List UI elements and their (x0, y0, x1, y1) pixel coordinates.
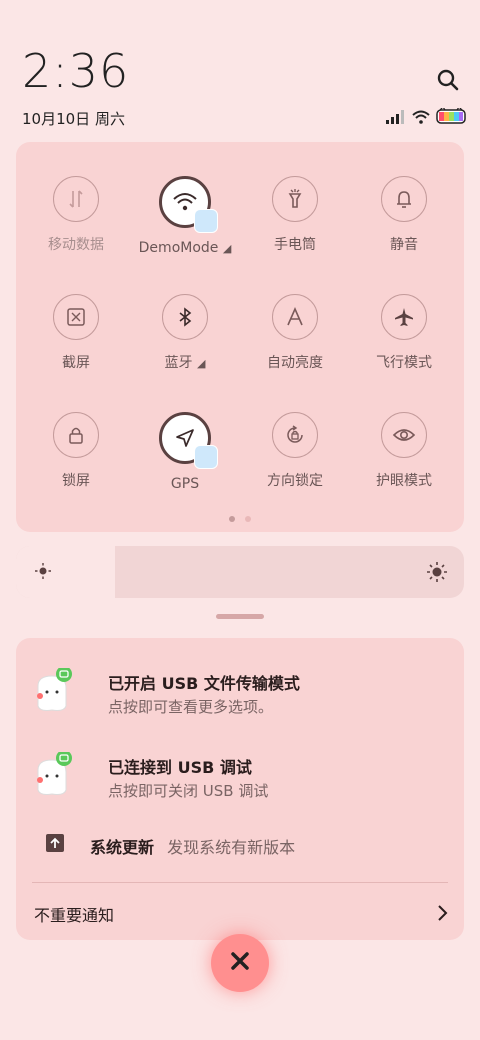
notification-usb-transfer[interactable]: 已开启 USB 文件传输模式 点按即可查看更多选项。 (34, 666, 446, 724)
app-avatar-icon (34, 666, 74, 714)
tile-label: 护眼模式 (376, 473, 432, 489)
quick-settings-panel: 移动数据 DemoMode ◢ 手电筒 静音 截屏 蓝牙 ◢ 自动亮度 飞行模式… (16, 142, 464, 532)
tile-label: 自动亮度 (267, 355, 323, 371)
signal-icon (386, 109, 406, 128)
rotation-lock-icon (272, 412, 318, 458)
mobile-data-icon (53, 176, 99, 222)
tile-label: 蓝牙 ◢ (164, 355, 206, 371)
brightness-slider[interactable] (16, 546, 464, 598)
airplane-icon (381, 294, 427, 340)
brightness-low-icon (34, 562, 52, 584)
brightness-fill (16, 546, 115, 598)
bluetooth-icon (162, 294, 208, 340)
tile-lock-screen[interactable]: 锁屏 (21, 412, 131, 490)
battery-icon (436, 106, 466, 128)
tile-label: DemoMode ◢ (138, 240, 232, 256)
app-avatar-icon (34, 750, 74, 798)
tile-eye-protection[interactable]: 护眼模式 (349, 412, 459, 490)
tile-mobile-data[interactable]: 移动数据 (21, 176, 131, 254)
screenshot-icon (53, 294, 99, 340)
notification-subtitle: 点按即可关闭 USB 调试 (108, 782, 269, 800)
auto-brightness-icon (272, 294, 318, 340)
tile-flashlight[interactable]: 手电筒 (240, 176, 350, 254)
tile-label: 静音 (390, 237, 418, 253)
page-dot-active[interactable] (229, 516, 235, 522)
notification-inline: 系统更新 发现系统有新版本 (90, 834, 295, 858)
wifi-icon (159, 176, 218, 233)
notification-subtitle: 发现系统有新版本 (167, 838, 296, 857)
brightness-high-icon (426, 561, 448, 587)
tile-label: 移动数据 (48, 237, 104, 253)
tile-label: 方向锁定 (267, 473, 323, 489)
page-dot[interactable] (245, 516, 251, 522)
tile-bluetooth[interactable]: 蓝牙 ◢ (130, 294, 240, 372)
tile-label: 截屏 (62, 355, 90, 371)
tile-label: 手电筒 (274, 237, 316, 253)
tile-auto-brightness[interactable]: 自动亮度 (240, 294, 350, 372)
tile-airplane[interactable]: 飞行模式 (349, 294, 459, 372)
clear-all-button[interactable] (211, 934, 269, 992)
notification-title: 已连接到 USB 调试 (108, 758, 252, 777)
notification-title: 已开启 USB 文件传输模式 (108, 674, 300, 693)
search-icon[interactable] (436, 68, 460, 92)
tile-screenshot[interactable]: 截屏 (21, 294, 131, 372)
tile-label: 飞行模式 (376, 355, 432, 371)
sticker-icon (194, 445, 218, 469)
tile-silent[interactable]: 静音 (349, 176, 459, 254)
notification-usb-debugging[interactable]: 已连接到 USB 调试 点按即可关闭 USB 调试 (34, 750, 446, 808)
chevron-right-icon[interactable] (436, 904, 448, 926)
notification-system-update[interactable]: 系统更新 发现系统有新版本 (34, 832, 446, 862)
eye-icon (381, 412, 427, 458)
notification-subtitle: 点按即可查看更多选项。 (108, 698, 274, 716)
close-icon (230, 951, 250, 975)
flashlight-icon (272, 176, 318, 222)
drag-handle[interactable] (216, 614, 264, 619)
tile-label: 锁屏 (62, 473, 90, 489)
sticker-icon (194, 209, 218, 233)
less-important-notifications-label[interactable]: 不重要通知 (34, 902, 114, 926)
tile-gps[interactable]: GPS (130, 412, 240, 492)
clock-time: 2:36 (22, 44, 130, 98)
wifi-icon (412, 109, 430, 128)
bell-icon (381, 176, 427, 222)
lock-icon (53, 412, 99, 458)
expand-arrow-icon: ◢ (196, 357, 206, 370)
notification-title: 系统更新 (90, 838, 155, 857)
clock-date: 10月10日 周六 (22, 110, 125, 128)
expand-arrow-icon: ◢ (222, 242, 232, 255)
tile-rotation-lock[interactable]: 方向锁定 (240, 412, 350, 490)
location-icon (159, 412, 218, 469)
tile-label: GPS (170, 476, 200, 492)
status-bar (386, 106, 466, 128)
upload-icon (46, 834, 64, 856)
tile-wifi[interactable]: DemoMode ◢ (130, 176, 240, 256)
notification-panel: 已开启 USB 文件传输模式 点按即可查看更多选项。 已连接到 USB 调试 点… (16, 638, 464, 940)
page-indicator (16, 516, 464, 522)
divider (32, 882, 448, 883)
